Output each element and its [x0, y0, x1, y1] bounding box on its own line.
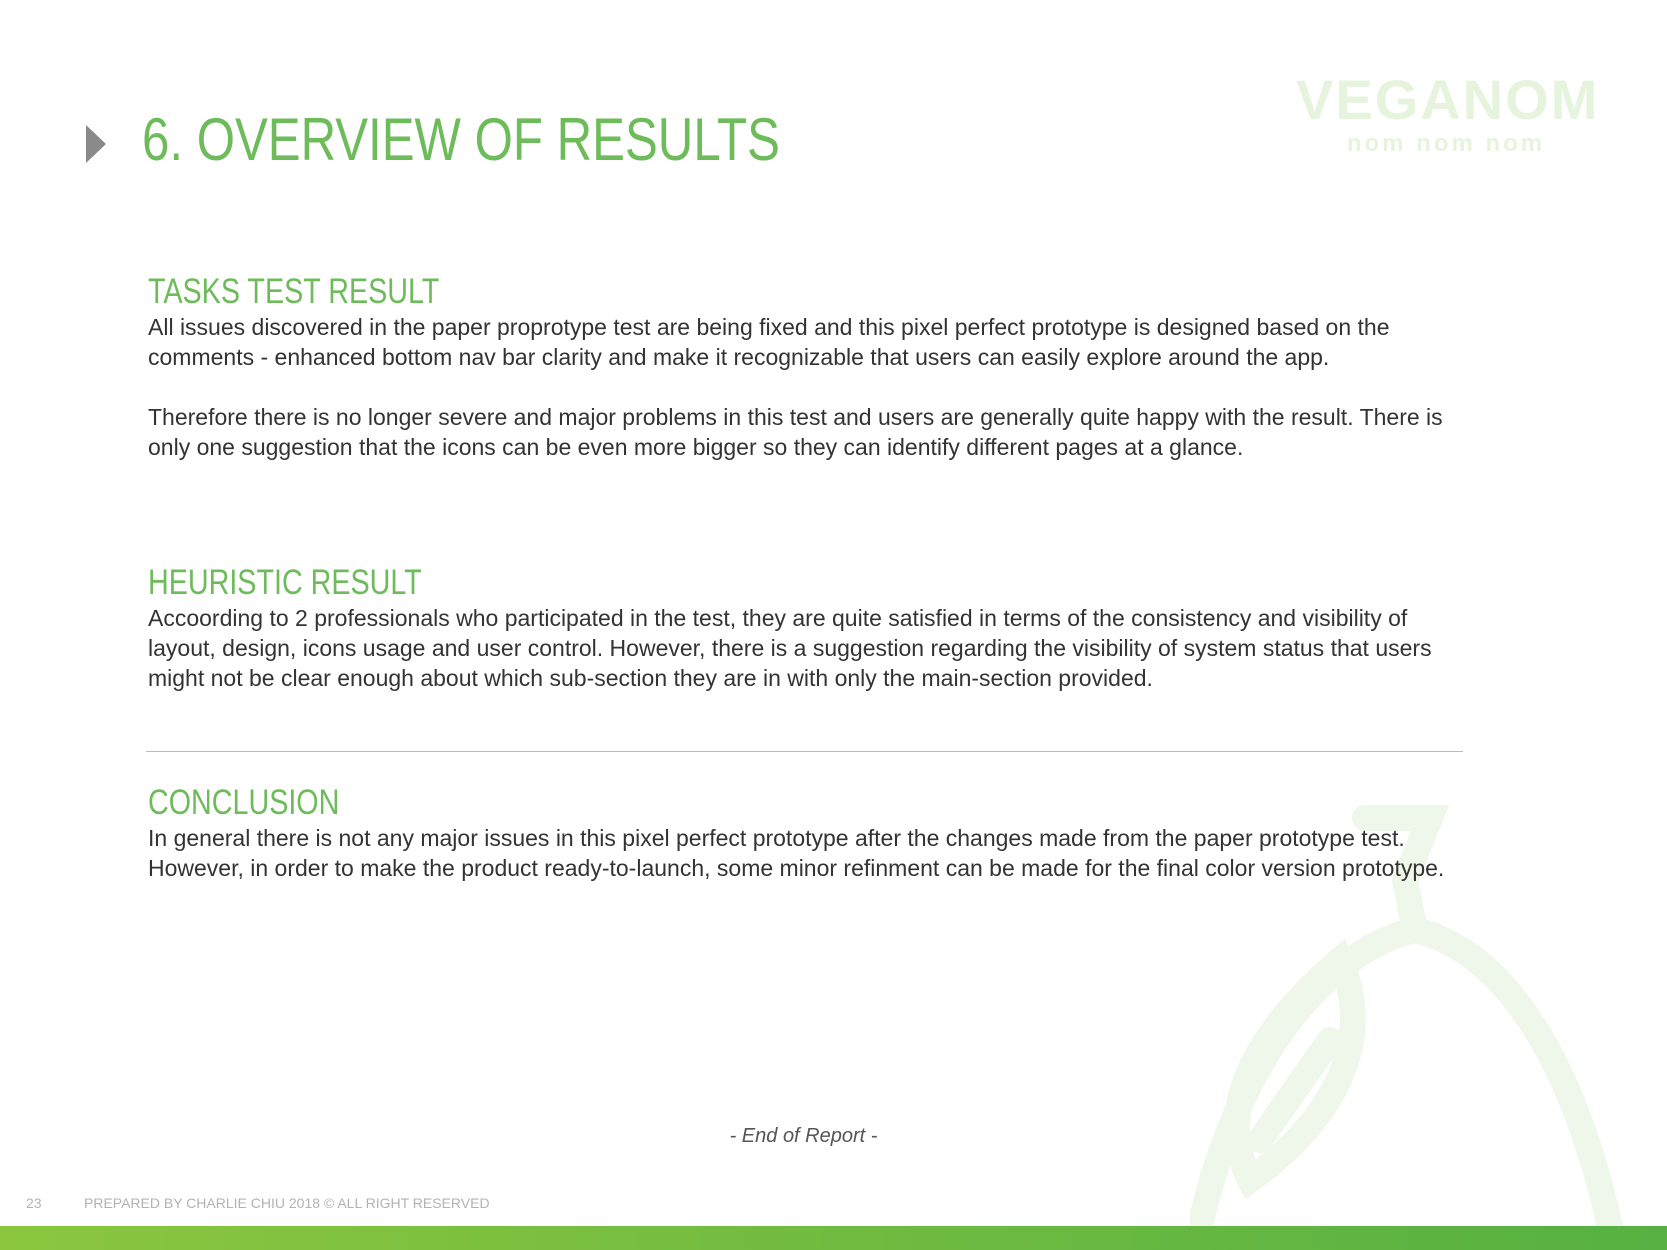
heuristic-section: HEURISTIC RESULT Accoording to 2 profess… [148, 563, 1473, 693]
footer-copyright: PREPARED BY CHARLIE CHIU 2018 © ALL RIGH… [84, 1195, 490, 1211]
conclusion-paragraph: In general there is not any major issues… [148, 825, 1445, 881]
heuristic-heading: HEURISTIC RESULT [148, 563, 422, 602]
veganom-logo: VEGANOM nom nom nom [1296, 68, 1600, 158]
tasks-test-section: TASKS TEST RESULT All issues discovered … [148, 272, 1473, 462]
page-title: 6. OVERVIEW OF RESULTS [142, 106, 780, 173]
tasks-test-heading: TASKS TEST RESULT [148, 272, 440, 311]
conclusion-section: CONCLUSION In general there is not any m… [148, 783, 1473, 883]
end-of-report-note: - End of Report - [729, 1125, 878, 1147]
tasks-test-paragraph-1: All issues discovered in the paper propr… [148, 314, 1390, 370]
heuristic-paragraph: Accoording to 2 professionals who partic… [148, 605, 1432, 691]
section-divider [146, 751, 1463, 752]
tasks-test-paragraph-2: Therefore there is no longer severe and … [148, 404, 1443, 460]
logo-wordmark: VEGANOM [1296, 68, 1600, 131]
bottom-accent-bar [0, 1226, 1667, 1250]
page-number: 23 [26, 1195, 42, 1211]
title-arrow-icon [86, 125, 106, 163]
conclusion-heading: CONCLUSION [148, 783, 340, 822]
logo-tagline: nom nom nom [1346, 130, 1546, 157]
